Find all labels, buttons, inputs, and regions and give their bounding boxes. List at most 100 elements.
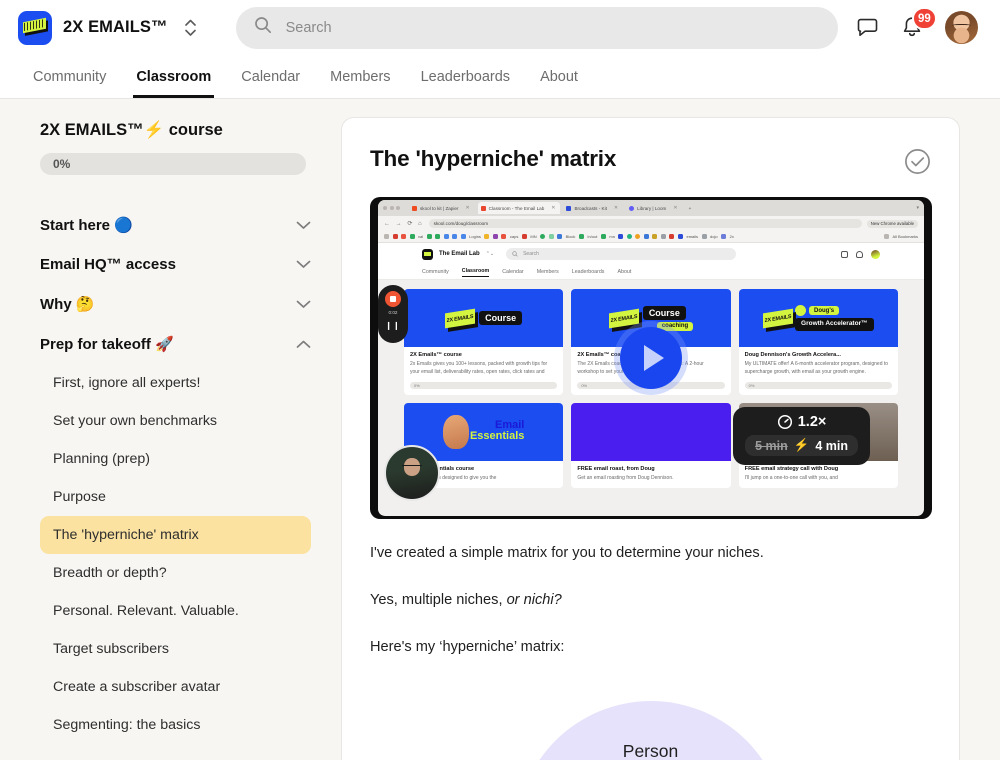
search-bar[interactable] — [235, 6, 838, 49]
inner-tab-members[interactable]: Members — [537, 269, 559, 275]
inner-tab-leaderboards[interactable]: Leaderboards — [572, 269, 605, 275]
bookmark-label[interactable]: Logins — [469, 234, 481, 239]
browser-tab[interactable]: Broadcasts - Kit ✕ — [563, 202, 623, 214]
course-card-badge-2: Growth Accelerator™ — [795, 318, 874, 331]
brand[interactable]: 2X EMAILS™ — [18, 10, 200, 45]
course-card[interactable]: 2X EMAILS Course 2X Emails™ course 2x Em… — [404, 289, 564, 395]
chat-bubble-icon[interactable] — [841, 250, 848, 258]
sidebar-lesson-first-ignore-all-experts[interactable]: First, ignore all experts! — [40, 364, 311, 402]
close-icon[interactable]: ✕ — [465, 205, 469, 211]
bookmark-label[interactable]: Block — [566, 234, 576, 239]
chevron-down-icon[interactable] — [296, 300, 311, 309]
tab-members[interactable]: Members — [315, 55, 405, 98]
new-tab-button[interactable]: + — [686, 202, 697, 214]
chevron-up-down-icon[interactable]: ⌃⌄ — [486, 251, 494, 257]
search-input[interactable] — [285, 19, 820, 36]
browser-tab[interactable]: skool to kit | Zapier ✕ — [409, 202, 475, 214]
bookmark-label[interactable]: In/out — [587, 234, 597, 239]
sidebar-lesson-segmenting-the-basics[interactable]: Segmenting: the basics — [40, 706, 311, 744]
bookmark-label[interactable]: caps — [510, 234, 518, 239]
tab-calendar[interactable]: Calendar — [226, 55, 315, 98]
favicon-icon — [629, 205, 635, 211]
tab-leaderboards[interactable]: Leaderboards — [406, 55, 526, 98]
tab-community[interactable]: Community — [18, 55, 121, 98]
chrome-update-chip[interactable]: New Chrome available — [866, 219, 918, 228]
sidebar-lesson-create-a-subscriber-avatar[interactable]: Create a subscriber avatar — [40, 668, 311, 706]
sidebar-lesson-hyperniche-matrix[interactable]: The 'hyperniche' matrix — [40, 516, 311, 554]
bookmarks-bar: val Logins caps MN Block In/out mn email… — [378, 231, 924, 243]
bookmark-label[interactable]: emails — [686, 234, 698, 239]
all-bookmarks-label[interactable]: All Bookmarks — [892, 234, 918, 239]
notification-badge: 99 — [912, 7, 937, 30]
bell-icon[interactable] — [856, 250, 863, 258]
bookmark-label[interactable]: dojo — [710, 234, 718, 239]
close-icon[interactable]: ✕ — [614, 205, 618, 211]
course-card-title: 2X Emails™ course — [410, 352, 462, 358]
browser-tab[interactable]: Classroom - The Email Lab ✕ — [477, 202, 561, 214]
chevron-up-icon[interactable] — [296, 340, 311, 349]
chevron-up-down-icon[interactable] — [182, 17, 200, 39]
chevron-down-icon[interactable] — [296, 221, 311, 230]
page-body: 2X EMAILS™⚡ course 0% Start here 🔵 Email… — [0, 99, 1000, 760]
avatar[interactable] — [871, 249, 880, 259]
inner-tab-calendar[interactable]: Calendar — [502, 269, 524, 275]
section-label: Email HQ™ access — [40, 256, 176, 273]
inner-tab-classroom[interactable]: Classroom — [461, 268, 490, 277]
omnibox[interactable]: skool.com/doug/classroom — [428, 219, 862, 228]
browser-tab-title: Library | Loom — [637, 205, 667, 211]
course-card[interactable]: 2X EMAILS Doug's Growth Accelerator™ Dou… — [738, 289, 898, 395]
inner-tab-about[interactable]: About — [617, 269, 631, 275]
sidebar-section-why[interactable]: Why 🤔 — [40, 284, 311, 324]
bolt-icon: ⚡ — [793, 438, 810, 452]
course-card[interactable]: FREE email roast, from Doug Get an email… — [571, 402, 731, 489]
sidebar-lesson-personal-relevant-valuable[interactable]: Personal. Relevant. Valuable. — [40, 592, 311, 630]
inner-search-bar[interactable]: Search — [506, 248, 737, 260]
sidebar-section-prep-for-takeoff[interactable]: Prep for takeoff 🚀 — [40, 324, 311, 364]
tab-about[interactable]: About — [525, 55, 593, 98]
pause-icon[interactable]: ❙❙ — [385, 321, 400, 330]
browser-tab-title: skool to kit | Zapier — [420, 205, 459, 211]
speed-rate-label: 1.2× — [797, 414, 827, 430]
chevron-down-icon[interactable]: ▾ — [916, 205, 919, 211]
tab-classroom[interactable]: Classroom — [121, 55, 226, 98]
sidebar-lesson-planning-prep[interactable]: Planning (prep) — [40, 440, 311, 478]
sidebar-section-email-hq-access[interactable]: Email HQ™ access — [40, 245, 311, 284]
sidebar-lesson-set-your-own-benchmarks[interactable]: Set your own benchmarks — [40, 402, 311, 440]
sidebar-lesson-breadth-or-depth[interactable]: Breadth or depth? — [40, 554, 311, 592]
stop-record-icon[interactable] — [385, 291, 401, 307]
sidebar-lesson-purpose[interactable]: Purpose — [40, 478, 311, 516]
inner-app-topbar: The Email Lab ⌃⌄ Search — [378, 243, 924, 265]
bookmark-label[interactable]: val — [418, 234, 423, 239]
search-icon — [254, 16, 272, 39]
sidebar-lesson-target-subscribers[interactable]: Target subscribers — [40, 630, 311, 668]
browser-nav-icons[interactable]: ← → ⟳ ⌂ — [384, 220, 424, 227]
lesson-paragraph-1: I've created a simple matrix for you to … — [370, 545, 764, 561]
bookmark-label[interactable]: 2x — [730, 234, 734, 239]
play-button-icon[interactable] — [620, 327, 682, 389]
sidebar-section-start-here[interactable]: Start here 🔵 — [40, 205, 311, 245]
close-icon[interactable]: ✕ — [551, 205, 555, 211]
lesson-header: The 'hyperniche' matrix — [370, 146, 931, 175]
inner-app-name: The Email Lab — [439, 251, 480, 257]
old-duration: 5 min — [755, 438, 788, 453]
bookmark-label[interactable]: mn — [609, 234, 615, 239]
presenter-webcam-bubble — [384, 445, 440, 501]
course-progress-bar: 0% — [40, 153, 306, 175]
inner-tab-community[interactable]: Community — [422, 269, 449, 275]
bell-icon[interactable]: 99 — [901, 7, 937, 39]
browser-tab[interactable]: Library | Loom ✕ — [626, 202, 682, 214]
section-label: Start here 🔵 — [40, 217, 133, 234]
chat-bubble-icon[interactable] — [856, 16, 879, 39]
lesson-main: The 'hyperniche' matrix skool to kit | Z… — [341, 99, 1000, 760]
avatar[interactable] — [945, 11, 978, 44]
screen-recorder-control[interactable]: 0:02 ❙❙ — [378, 285, 408, 343]
lesson-video[interactable]: skool to kit | Zapier ✕ Classroom - The … — [370, 197, 932, 519]
course-card-title: Doug Dennison's Growth Accelera... — [744, 352, 841, 358]
main-nav: Community Classroom Calendar Members Lea… — [0, 55, 1000, 99]
chevron-down-icon[interactable] — [296, 260, 311, 269]
duration-comparison: 5 min ⚡ 4 min — [745, 435, 858, 456]
bookmark-label[interactable]: MN — [530, 234, 536, 239]
close-icon[interactable]: ✕ — [673, 205, 677, 211]
check-circle-icon[interactable] — [904, 148, 931, 175]
course-card-badge: Course — [642, 305, 686, 320]
